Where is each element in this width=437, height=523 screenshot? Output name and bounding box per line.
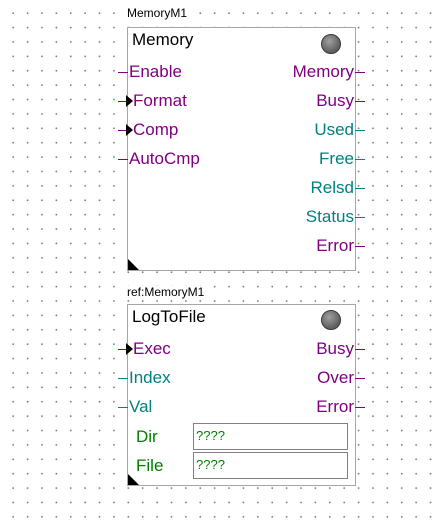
output-pin-label: Error [316,236,354,255]
logtofile-function-block[interactable]: LogToFile Exec Index Val Busy Over Error… [118,304,365,486]
input-pin-val[interactable]: Val [118,397,153,417]
edge-trigger-arrow-icon [126,124,133,136]
output-pin-error[interactable]: Error [316,397,365,417]
input-pin-comp[interactable]: Comp [118,120,179,140]
edge-trigger-arrow-icon [126,95,133,107]
input-pin-label: AutoCmp [129,149,200,168]
status-led-icon [321,310,341,330]
output-pin-label: Error [316,397,354,416]
output-pin-busy[interactable]: Busy [316,339,365,359]
input-pin-enable[interactable]: Enable [118,62,182,82]
output-pin-label: Over [317,368,354,387]
output-pin-free[interactable]: Free [319,149,365,169]
output-pin-used[interactable]: Used [314,120,365,140]
output-pin-status[interactable]: Status [305,207,365,227]
block1-title: Memory [132,30,194,49]
block-corner-icon [128,259,139,270]
param-label-dir: Dir [136,427,158,446]
param-field-file[interactable]: ???? [193,452,348,479]
output-pin-label: Busy [316,91,354,110]
input-pin-label: Comp [133,120,179,139]
input-pin-label: Index [129,368,171,387]
param-label-file: File [136,456,164,475]
output-pin-memory[interactable]: Memory [292,62,365,82]
output-pin-error[interactable]: Error [316,236,365,256]
output-pin-label: Status [305,207,354,226]
input-pin-label: Val [129,397,153,416]
input-pin-label: Enable [129,62,182,81]
output-pin-relsd[interactable]: Relsd [310,178,365,198]
input-pin-format[interactable]: Format [118,91,187,111]
output-pin-label: Used [314,120,354,139]
input-pin-exec[interactable]: Exec [118,339,171,359]
output-pin-label: Relsd [310,178,354,197]
param-field-dir[interactable]: ???? [193,423,348,450]
output-pin-label: Memory [292,62,354,81]
input-pin-label: Exec [133,339,171,358]
edge-trigger-arrow-icon [126,343,133,355]
status-led-icon [321,34,341,54]
output-pin-label: Busy [316,339,354,358]
block2-instance-label: ref:MemoryM1 [124,286,208,299]
input-pin-autocmp[interactable]: AutoCmp [118,149,200,169]
block2-title: LogToFile [132,307,206,326]
output-pin-over[interactable]: Over [317,368,365,388]
input-pin-index[interactable]: Index [118,368,171,388]
block1-instance-label: MemoryM1 [124,7,191,20]
input-pin-label: Format [133,91,187,110]
block-corner-icon [128,474,139,485]
output-pin-busy[interactable]: Busy [316,91,365,111]
memory-function-block[interactable]: Memory Enable Format Comp AutoCmp Memory… [118,27,365,271]
output-pin-label: Free [319,149,354,168]
